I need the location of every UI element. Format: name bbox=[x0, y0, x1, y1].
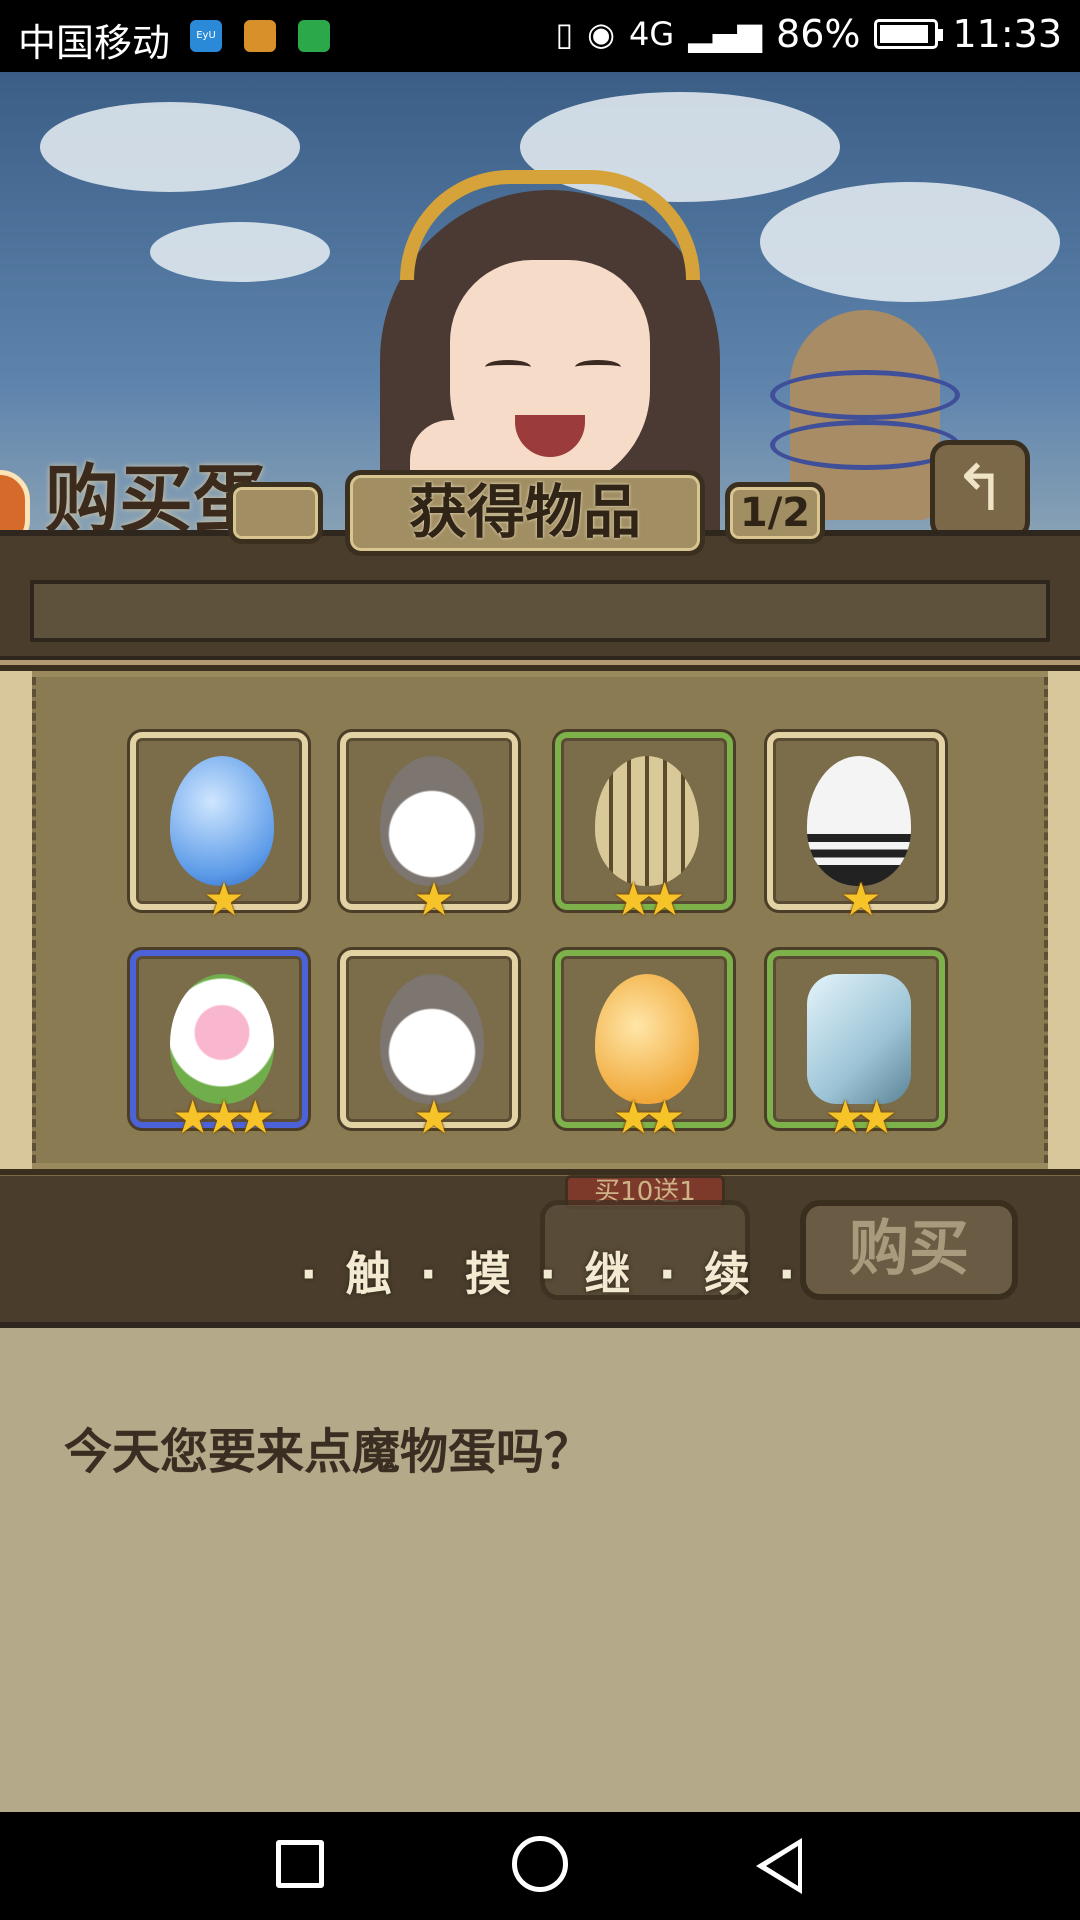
item-slot[interactable]: ★ bbox=[340, 732, 518, 926]
star-rating: ★★ bbox=[612, 872, 685, 926]
status-bar: 中国移动 EyU ▯ ◉ 4G ▂▄▆ 86% 11:33 bbox=[0, 0, 1080, 72]
star-rating: ★★★ bbox=[172, 1090, 276, 1144]
app-notification-icon: EyU bbox=[190, 20, 222, 52]
vibrate-icon: ▯ bbox=[555, 15, 574, 53]
star-rating: ★★ bbox=[612, 1090, 685, 1144]
star-rating: ★★ bbox=[824, 1090, 897, 1144]
gray-winged-egg-icon bbox=[380, 756, 484, 886]
item-slot[interactable]: ★★ bbox=[555, 950, 733, 1144]
item-slot[interactable]: ★ bbox=[767, 732, 945, 926]
caged-egg-icon bbox=[595, 756, 699, 886]
modal-title: 获得物品 bbox=[345, 470, 705, 556]
zebra-striped-egg-icon bbox=[807, 756, 911, 886]
signal-icon: ▂▄▆ bbox=[688, 15, 763, 53]
buy-button[interactable]: 购买 bbox=[800, 1200, 1018, 1300]
eye-icon: ◉ bbox=[587, 15, 616, 53]
golden-swirl-egg-icon bbox=[595, 974, 699, 1104]
carrier-name: 中国移动 bbox=[18, 21, 171, 65]
star-rating: ★ bbox=[203, 872, 244, 926]
blue-slime-egg-icon bbox=[170, 756, 274, 886]
header-tab-blank bbox=[228, 482, 323, 544]
star-rating: ★ bbox=[413, 872, 454, 926]
back-icon[interactable] bbox=[756, 1838, 802, 1894]
dialog-text: 今天您要来点魔物蛋吗？ bbox=[64, 1424, 593, 1480]
item-slot[interactable]: ★ bbox=[130, 732, 308, 926]
star-rating: ★ bbox=[413, 1090, 454, 1144]
app-notification-icon bbox=[244, 20, 276, 52]
network-type: 4G bbox=[629, 15, 675, 53]
item-slot[interactable]: ★★★ bbox=[130, 950, 308, 1144]
lotus-egg-icon bbox=[170, 974, 274, 1104]
dialog-panel bbox=[0, 1328, 1080, 1812]
cloud bbox=[150, 222, 330, 282]
gray-winged-egg-icon bbox=[380, 974, 484, 1104]
battery-icon bbox=[874, 19, 944, 49]
home-icon[interactable] bbox=[512, 1836, 568, 1892]
page-indicator: 1/2 bbox=[725, 482, 825, 544]
clock: 11:33 bbox=[952, 12, 1062, 56]
star-rating: ★ bbox=[840, 872, 881, 926]
recent-apps-icon[interactable] bbox=[276, 1840, 324, 1888]
navigation-bar bbox=[0, 1812, 1080, 1920]
crystal-rock-egg-icon bbox=[807, 974, 911, 1104]
touch-to-continue[interactable]: · 触 · 摸 · 继 · 续 · bbox=[300, 1238, 802, 1304]
item-slot[interactable]: ★★ bbox=[767, 950, 945, 1144]
item-slot[interactable]: ★ bbox=[340, 950, 518, 1144]
app-notification-icon bbox=[298, 20, 330, 52]
back-button[interactable]: ↰ bbox=[930, 440, 1030, 540]
status-right: ▯ ◉ 4G ▂▄▆ 86% 11:33 bbox=[556, 12, 1063, 56]
cloud bbox=[40, 102, 300, 192]
back-arrow-icon: ↰ bbox=[953, 452, 1007, 526]
item-slot[interactable]: ★★ bbox=[555, 732, 733, 926]
cloud bbox=[760, 182, 1060, 302]
battery-percent: 86% bbox=[776, 12, 861, 56]
